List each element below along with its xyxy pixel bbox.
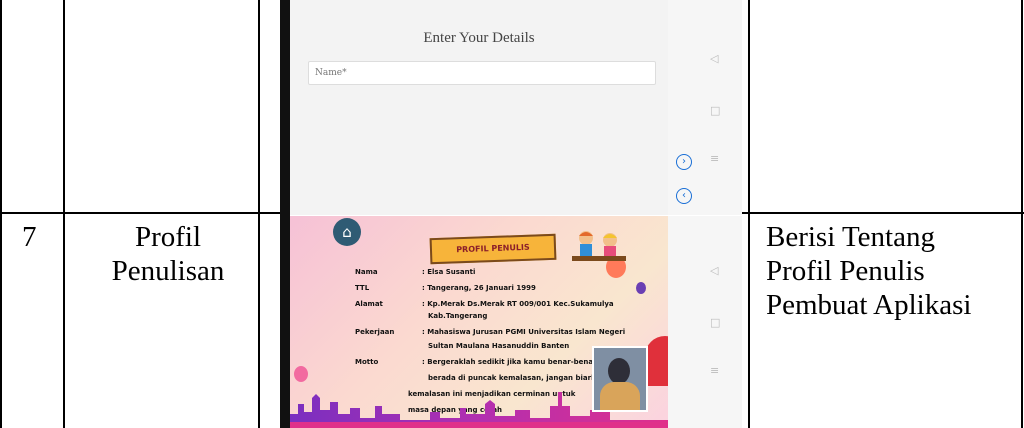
home-nav-icon[interactable]: □	[710, 316, 720, 329]
house-icon: ⌂	[342, 223, 352, 241]
screenshot-title: Enter Your Details	[423, 30, 535, 46]
row-title-line2: Penulisan	[111, 255, 225, 287]
back-nav-icon[interactable]: ◁	[710, 52, 718, 65]
alamat-value-line2: Kab.Tangerang	[428, 312, 488, 320]
motto-value: : Bergeraklah sedikit jika kamu benar-be…	[422, 358, 597, 366]
author-photo	[592, 346, 648, 412]
nama-label: Nama	[355, 268, 378, 276]
android-nav-bar-2: ◁ □ ≡	[668, 216, 742, 428]
table-border-col2	[258, 0, 260, 428]
row-number: 7	[22, 221, 37, 253]
table-border-col1	[63, 0, 65, 428]
ttl-value: : Tangerang, 26 Januari 1999	[422, 284, 536, 292]
balloon-decoration	[636, 282, 646, 294]
table-border-col3	[748, 0, 750, 428]
row-title-line1: Profil	[134, 221, 202, 253]
alamat-label: Alamat	[355, 300, 383, 308]
back-nav-icon[interactable]: ◁	[710, 264, 718, 277]
nama-value: : Elsa Susanti	[422, 268, 476, 276]
name-input[interactable]	[308, 61, 656, 85]
pekerjaan-value-line2: Sultan Maulana Hasanuddin Banten	[428, 342, 570, 350]
pekerjaan-value: : Mahasiswa Jurusan PGMI Universitas Isl…	[422, 328, 626, 336]
balloon-decoration	[294, 366, 308, 382]
heart-decoration	[645, 336, 668, 386]
row-title: Profil Penulisan	[98, 220, 238, 288]
motto-value-line2: berada di puncak kemalasan, jangan biark…	[428, 374, 606, 382]
alamat-value: : Kp.Merak Ds.Merak RT 009/001 Kec.Sukam…	[422, 300, 614, 308]
desc-line3: Pembuat Aplikasi	[766, 289, 972, 321]
row-description: Berisi Tentang Profil Penulis Pembuat Ap…	[766, 220, 971, 322]
home-button[interactable]: ⌂	[333, 218, 361, 246]
menu-nav-icon[interactable]: ≡	[710, 364, 719, 377]
pekerjaan-label: Pekerjaan	[355, 328, 395, 336]
table-border-right	[1021, 0, 1023, 428]
motto-label: Motto	[355, 358, 379, 366]
prev-arrow-icon[interactable]: ‹	[676, 188, 692, 204]
device-frame-edge	[280, 0, 290, 428]
menu-nav-icon[interactable]: ≡	[710, 152, 719, 165]
enter-details-screenshot: Enter Your Details	[290, 0, 668, 215]
android-nav-bar: ◁ □ ≡ › ‹	[668, 0, 742, 215]
home-nav-icon[interactable]: □	[710, 104, 720, 117]
desc-line1: Berisi Tentang	[766, 221, 935, 253]
desc-line2: Profil Penulis	[766, 255, 925, 287]
ttl-label: TTL	[355, 284, 370, 292]
next-arrow-icon[interactable]: ›	[676, 154, 692, 170]
profile-banner: PROFIL PENULIS	[429, 233, 557, 265]
profile-screenshot: ⌂ PROFIL PENULIS Nama : Elsa Susanti TTL…	[290, 216, 668, 428]
kids-illustration	[572, 231, 626, 261]
table-border-left	[0, 0, 2, 428]
